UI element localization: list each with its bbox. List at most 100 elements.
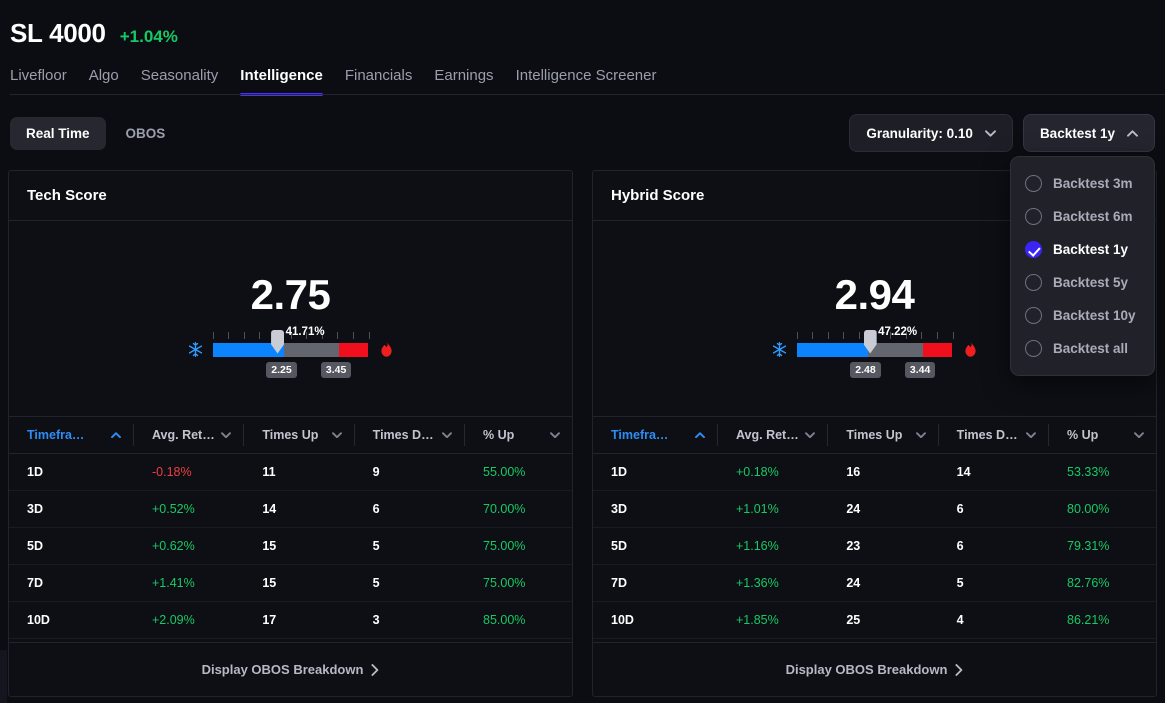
segment-real-time[interactable]: Real Time bbox=[10, 116, 106, 150]
chevron-down-icon bbox=[984, 129, 996, 137]
menu-item-backtest-10y[interactable]: Backtest 10y bbox=[1011, 299, 1154, 332]
menu-item-label: Backtest 5y bbox=[1053, 275, 1129, 290]
column-header-label: Times Up bbox=[846, 428, 903, 442]
column-header-4[interactable]: % Up bbox=[465, 424, 572, 446]
menu-item-label: Backtest 3m bbox=[1053, 176, 1133, 191]
gauge-track[interactable]: 41.71% 2.25 3.45 bbox=[212, 326, 370, 378]
gauge-tick bbox=[243, 331, 245, 339]
symbol-title: SL 4000 bbox=[10, 18, 106, 48]
chevron-down-icon[interactable] bbox=[221, 432, 232, 438]
table-row[interactable]: 3D +1.01% 24 6 80.00% bbox=[593, 491, 1156, 528]
column-header-2[interactable]: Times Up bbox=[828, 424, 939, 446]
column-header-1[interactable]: Avg. Ret… bbox=[718, 424, 829, 446]
cell-times_up: 25 bbox=[846, 613, 861, 627]
table-row[interactable]: 5D +1.16% 23 6 79.31% bbox=[593, 528, 1156, 565]
cell-times_down: 6 bbox=[956, 539, 964, 553]
chevron-down-icon[interactable] bbox=[805, 432, 816, 438]
menu-item-backtest-6m[interactable]: Backtest 6m bbox=[1011, 200, 1154, 233]
cell-avg_return: +0.62% bbox=[151, 539, 195, 553]
nav-item-livefloor[interactable]: Livefloor bbox=[10, 67, 89, 95]
menu-item-backtest-3m[interactable]: Backtest 3m bbox=[1011, 167, 1154, 200]
table-row[interactable]: 5D +0.62% 15 5 75.00% bbox=[9, 528, 572, 565]
chevron-down-icon[interactable] bbox=[1026, 432, 1036, 438]
gauge-tick bbox=[352, 331, 354, 339]
chevron-down-icon[interactable] bbox=[442, 432, 452, 438]
cell-times_up: 15 bbox=[262, 576, 277, 590]
table-row[interactable]: 1D +0.18% 16 14 53.33% bbox=[593, 454, 1156, 491]
score-card: Tech Score 2.75 41.71% 2.25 3.45 Timefra… Avg.… bbox=[8, 170, 573, 697]
menu-item-backtest-all[interactable]: Backtest all bbox=[1011, 332, 1154, 365]
column-header-3[interactable]: Times D… bbox=[939, 424, 1050, 446]
granularity-dropdown-button[interactable]: Granularity: 0.10 bbox=[849, 114, 1013, 152]
cell-timeframe: 5D bbox=[27, 539, 43, 553]
chevron-right-icon bbox=[955, 663, 963, 676]
cell-times_down: 4 bbox=[956, 613, 964, 627]
chevron-down-icon[interactable] bbox=[1134, 432, 1144, 438]
gauge-track[interactable]: 47.22% 2.48 3.44 bbox=[796, 326, 954, 378]
flame-icon bbox=[964, 342, 976, 357]
nav-item-seasonality[interactable]: Seasonality bbox=[141, 67, 241, 95]
nav-item-intelligence[interactable]: Intelligence bbox=[240, 67, 345, 96]
chevron-up-icon[interactable] bbox=[695, 432, 705, 438]
cell-pct_up: 75.00% bbox=[483, 539, 526, 553]
gauge-tick bbox=[796, 331, 798, 339]
chevron-up-icon[interactable] bbox=[111, 432, 121, 438]
backtest-dropdown-button[interactable]: Backtest 1y bbox=[1022, 114, 1155, 152]
menu-item-label: Backtest 6m bbox=[1053, 209, 1133, 224]
column-header-0[interactable]: Timefra… bbox=[9, 424, 134, 446]
table-row[interactable]: 7D +1.41% 15 5 75.00% bbox=[9, 565, 572, 602]
column-header-2[interactable]: Times Up bbox=[244, 424, 355, 446]
nav-item-algo[interactable]: Algo bbox=[89, 67, 141, 95]
mode-segmented-control: Real Time OBOS bbox=[10, 116, 182, 150]
table-row[interactable]: 10D +1.85% 25 4 86.21% bbox=[593, 602, 1156, 639]
granularity-label: Granularity: 0.10 bbox=[866, 125, 973, 141]
cell-timeframe: 1D bbox=[611, 465, 627, 479]
score-value: 2.75 bbox=[250, 271, 331, 318]
segment-obos[interactable]: OBOS bbox=[110, 117, 182, 150]
nav-item-intelligence-screener[interactable]: Intelligence Screener bbox=[516, 67, 679, 95]
column-header-label: Avg. Ret… bbox=[735, 428, 799, 442]
chevron-down-icon[interactable] bbox=[915, 432, 926, 438]
gauge-tick bbox=[827, 331, 829, 339]
column-header-3[interactable]: Times D… bbox=[355, 424, 466, 446]
cell-times_up: 16 bbox=[846, 465, 861, 479]
gauge-block: 2.75 41.71% 2.25 3.45 bbox=[9, 221, 572, 417]
chevron-down-icon[interactable] bbox=[550, 432, 560, 438]
table-header-row: Timefra… Avg. Ret… Times Up Times D… % Up bbox=[593, 417, 1156, 454]
column-header-label: Timefra… bbox=[27, 428, 85, 442]
table-row[interactable]: 3D +0.52% 14 6 70.00% bbox=[9, 491, 572, 528]
column-header-label: Times D… bbox=[372, 428, 434, 442]
table-row[interactable]: 7D +1.36% 24 5 82.76% bbox=[593, 565, 1156, 602]
gauge-tick bbox=[259, 331, 261, 339]
cell-times_down: 5 bbox=[372, 539, 380, 553]
cell-timeframe: 10D bbox=[611, 613, 634, 627]
table-row[interactable]: 1D -0.18% 11 9 55.00% bbox=[9, 454, 572, 491]
card-title: Tech Score bbox=[9, 171, 572, 221]
nav-item-financials[interactable]: Financials bbox=[345, 67, 435, 95]
menu-item-backtest-1y[interactable]: Backtest 1y bbox=[1011, 233, 1154, 266]
backtest-dropdown-menu[interactable]: Backtest 3m Backtest 6m Backtest 1y Backtes… bbox=[1010, 156, 1155, 376]
table-row[interactable]: 10D +2.09% 17 3 85.00% bbox=[9, 602, 572, 639]
gauge-tick bbox=[337, 331, 339, 339]
column-header-1[interactable]: Avg. Ret… bbox=[134, 424, 245, 446]
nav-item-earnings[interactable]: Earnings bbox=[434, 67, 515, 95]
chevron-down-icon[interactable] bbox=[331, 432, 342, 438]
column-header-4[interactable]: % Up bbox=[1049, 424, 1156, 446]
cell-times_up: 17 bbox=[262, 613, 277, 627]
column-header-label: Times Up bbox=[262, 428, 319, 442]
cell-avg_return: +1.85% bbox=[735, 613, 779, 627]
snowflake-icon bbox=[188, 342, 202, 357]
cell-pct_up: 82.76% bbox=[1067, 576, 1110, 590]
column-header-0[interactable]: Timefra… bbox=[593, 424, 718, 446]
obos-breakdown-link[interactable]: Display OBOS Breakdown bbox=[593, 642, 1156, 696]
cell-times_down: 9 bbox=[372, 465, 380, 479]
gauge-tick bbox=[843, 331, 845, 339]
radio-unchecked-icon bbox=[1025, 208, 1042, 225]
score-gauge: 47.22% 2.48 3.44 bbox=[771, 326, 979, 378]
radio-unchecked-icon bbox=[1025, 175, 1042, 192]
cell-pct_up: 86.21% bbox=[1067, 613, 1110, 627]
obos-breakdown-link[interactable]: Display OBOS Breakdown bbox=[9, 642, 572, 696]
menu-item-label: Backtest 10y bbox=[1053, 308, 1136, 323]
cell-times_up: 11 bbox=[262, 465, 276, 479]
menu-item-backtest-5y[interactable]: Backtest 5y bbox=[1011, 266, 1154, 299]
